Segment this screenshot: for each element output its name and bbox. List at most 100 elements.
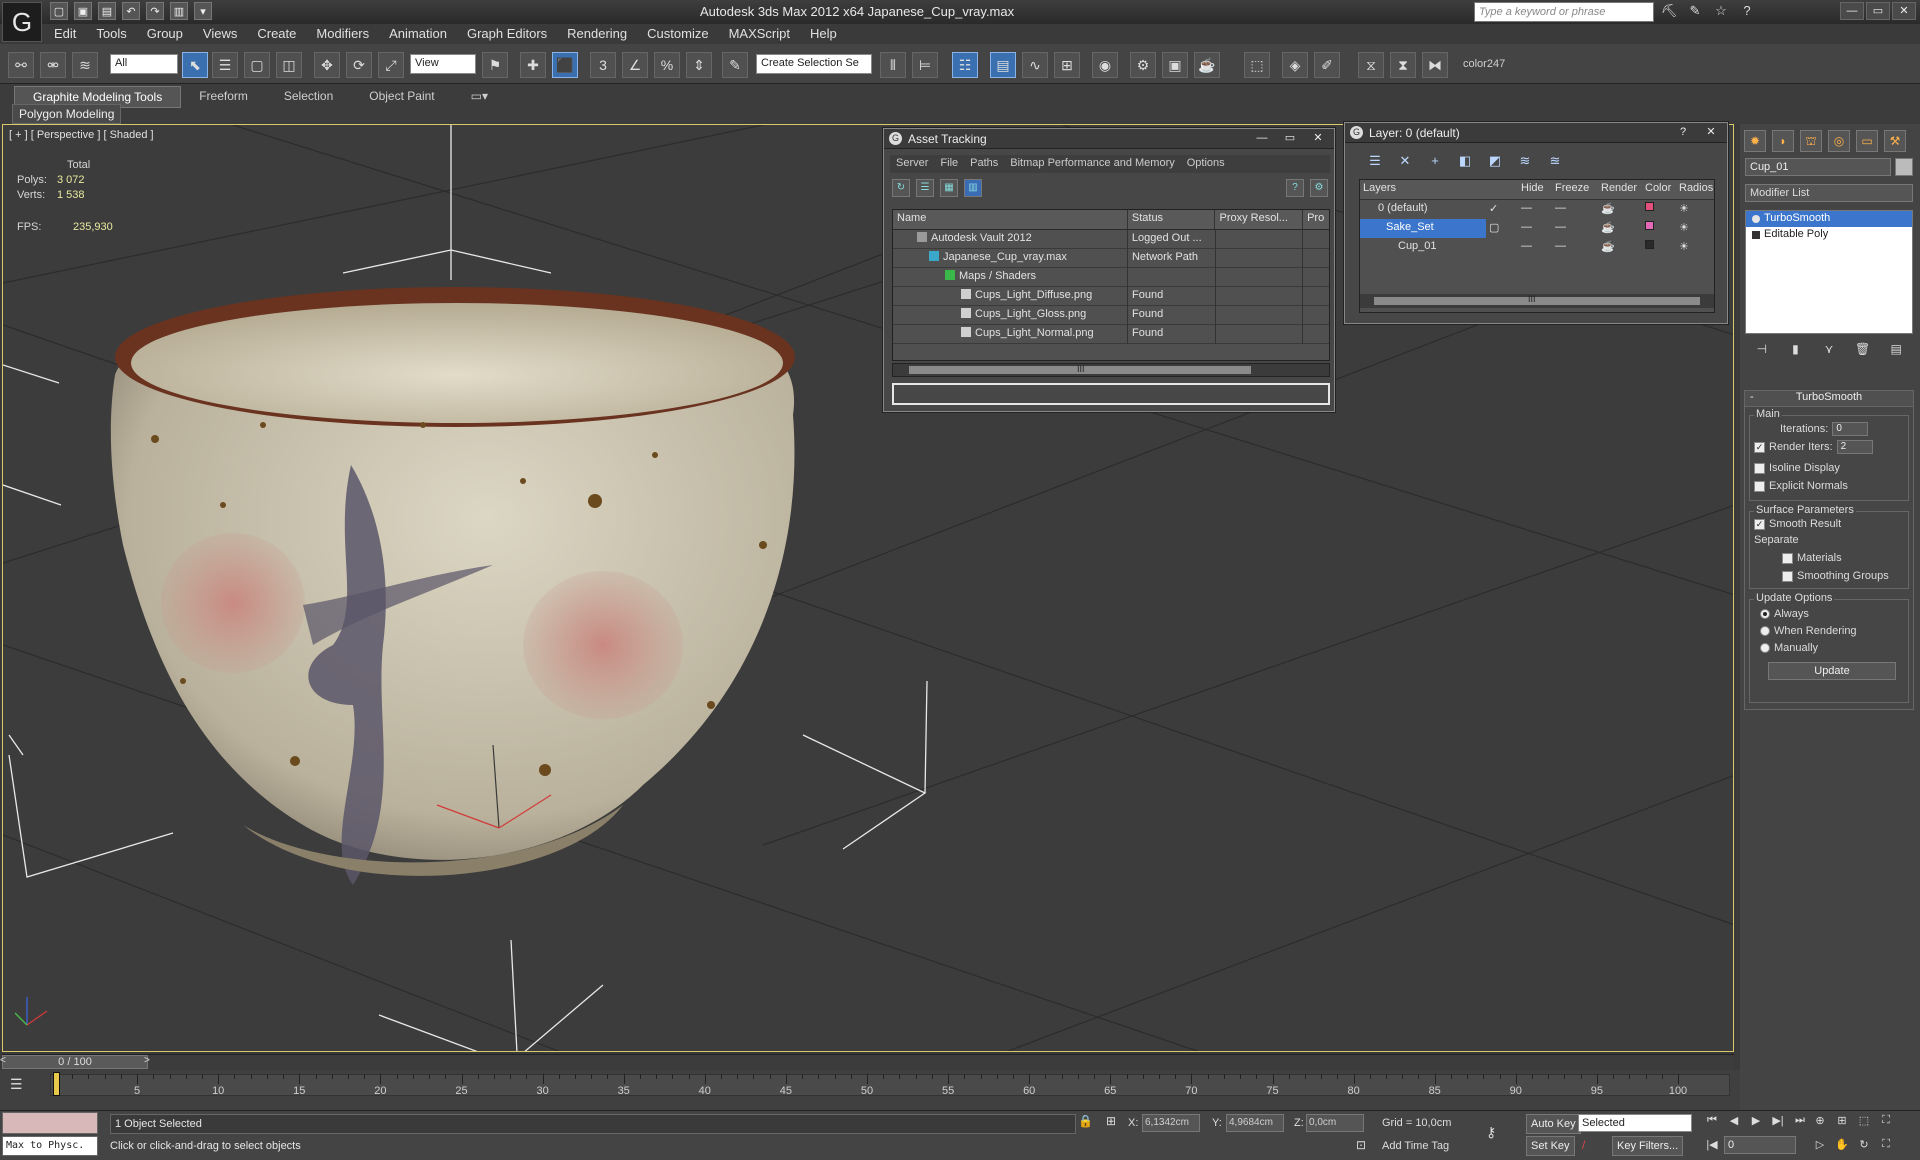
move-icon[interactable]: ✥	[314, 52, 340, 78]
menu-create[interactable]: Create	[247, 24, 306, 44]
menu-tools[interactable]: Tools	[86, 24, 136, 44]
time-slider-track[interactable]	[2, 1054, 1734, 1070]
binoculars-icon[interactable]: ⛏	[1660, 3, 1678, 21]
select-and-link-icon[interactable]: ⚯	[8, 52, 34, 78]
key-mode-toggle-icon[interactable]: |◀	[1702, 1138, 1722, 1156]
maximize-viewport-icon[interactable]: ⛶	[1876, 1138, 1896, 1156]
layer-manager-icon[interactable]: ☷	[952, 52, 978, 78]
angle-snap-icon[interactable]: ∠	[622, 52, 648, 78]
rollout-header[interactable]: - TurboSmooth	[1745, 391, 1913, 407]
motion-panel-tab[interactable]: ◎	[1828, 130, 1850, 152]
vray-toolbar-icon-2[interactable]: ✐	[1314, 52, 1340, 78]
make-unique-icon[interactable]: ⋎	[1820, 342, 1838, 360]
set-key-button[interactable]: Set Key	[1526, 1136, 1575, 1156]
selection-lock-icon[interactable]: 🔒	[1078, 1114, 1094, 1130]
polygon-modeling-panel[interactable]: Polygon Modeling	[12, 104, 122, 124]
table-row[interactable]: Japanese_Cup_vray.max Network Path	[893, 249, 1329, 268]
modifier-list-dropdown[interactable]: Modifier List	[1745, 184, 1913, 202]
table-row[interactable]: Cups_Light_Gloss.png Found	[893, 306, 1329, 325]
pivot-center-icon[interactable]: ⚑	[482, 52, 508, 78]
asset-menu-paths[interactable]: Paths	[964, 155, 1004, 173]
time-next-arrow-icon[interactable]: >	[144, 1055, 158, 1069]
snaps-toggle-icon[interactable]: 3	[590, 52, 616, 78]
ribbon-options-icon[interactable]: ▭▾	[453, 86, 506, 108]
time-slider-thumb[interactable]: 0 / 100	[2, 1055, 148, 1069]
column-freeze[interactable]: Freeze	[1552, 180, 1598, 199]
asset-menu-bitmap-performance[interactable]: Bitmap Performance and Memory	[1004, 155, 1180, 173]
key-filters-button[interactable]: Key Filters...	[1612, 1136, 1684, 1156]
column-color[interactable]: Color	[1642, 180, 1676, 199]
time-tag-icon[interactable]: ⊡	[1356, 1138, 1372, 1154]
favorites-star-icon[interactable]: ☆	[1712, 3, 1730, 21]
column-name[interactable]: Name	[893, 210, 1128, 229]
z-coord-field[interactable]: 0,0cm	[1306, 1114, 1364, 1132]
refresh-icon[interactable]: ↻	[892, 179, 910, 197]
undo-icon[interactable]: ↶	[122, 2, 140, 20]
smooth-result-checkbox[interactable]: ✓	[1754, 518, 1765, 530]
next-frame-icon[interactable]: ▶|	[1768, 1114, 1788, 1132]
table-view-icon[interactable]: ▥	[964, 179, 982, 197]
spinner-snap-icon[interactable]: ⇕	[686, 52, 712, 78]
table-row[interactable]: Autodesk Vault 2012 Logged Out ...	[893, 230, 1329, 249]
delete-layer-icon[interactable]: ✕	[1395, 153, 1415, 171]
render-teapot-icon[interactable]: ☕	[1598, 200, 1642, 219]
maximize-button[interactable]: ▭	[1866, 2, 1890, 20]
render-production-icon[interactable]: ☕	[1194, 52, 1220, 78]
render-iters-checkbox[interactable]: ✓	[1754, 441, 1765, 453]
render-iters-spinner[interactable]: 2	[1836, 440, 1873, 454]
absolute-mode-icon[interactable]: ⊞	[1106, 1114, 1122, 1130]
hide-unhide-all-icon[interactable]: ≋	[1515, 153, 1535, 171]
menu-graph-editors[interactable]: Graph Editors	[457, 24, 557, 44]
select-highlighted-icon[interactable]: ◧	[1455, 153, 1475, 171]
layer-close-button[interactable]: ✕	[1699, 124, 1723, 140]
pan-icon[interactable]: ✋	[1832, 1138, 1852, 1156]
show-end-result-icon[interactable]: ▮	[1786, 342, 1804, 360]
japanese-cup-model[interactable]	[110, 287, 795, 885]
column-radiosity[interactable]: Radios	[1676, 180, 1714, 199]
stack-item-editable-poly[interactable]: Editable Poly	[1746, 227, 1912, 243]
column-hide[interactable]: Hide	[1518, 180, 1552, 199]
edit-named-selection-icon[interactable]: ✎	[722, 52, 748, 78]
viewport-label[interactable]: [ + ] [ Perspective ] [ Shaded ]	[9, 129, 154, 141]
add-time-tag[interactable]: Add Time Tag	[1382, 1140, 1449, 1152]
graphite-toggle-icon[interactable]: ▤	[990, 52, 1016, 78]
table-row[interactable]: Cups_Light_Diffuse.png Found	[893, 287, 1329, 306]
app-logo-button[interactable]: G	[2, 2, 42, 42]
object-color-swatch[interactable]	[1895, 158, 1913, 176]
freeze-toggle[interactable]: —	[1552, 219, 1598, 238]
stack-item-turbosmooth[interactable]: TurboSmooth	[1746, 211, 1912, 227]
y-coord-field[interactable]: 4,9684cm	[1226, 1114, 1284, 1132]
close-button[interactable]: ✕	[1892, 2, 1916, 20]
asset-maximize-button[interactable]: ▭	[1278, 130, 1302, 146]
layer-help-button[interactable]: ?	[1671, 124, 1695, 140]
go-to-end-icon[interactable]: ⏭	[1790, 1114, 1810, 1132]
materials-checkbox[interactable]	[1782, 552, 1793, 564]
quick-access-dropdown-icon[interactable]: ▾	[194, 2, 212, 20]
maxscript-listener-mini[interactable]	[2, 1112, 98, 1134]
project-folder-icon[interactable]: ▥	[170, 2, 188, 20]
help-icon[interactable]: ?	[1738, 3, 1756, 21]
time-prev-arrow-icon[interactable]: <	[0, 1055, 14, 1069]
vault-settings-icon[interactable]: ⚙	[1310, 179, 1328, 197]
column-proxy-resolution[interactable]: Proxy Resol...	[1215, 210, 1304, 229]
render-teapot-icon[interactable]: ☕	[1598, 219, 1642, 238]
hierarchy-panel-tab[interactable]: ⛫	[1800, 130, 1822, 152]
layer-manager-titlebar[interactable]: G Layer: 0 (default) ? ✕	[1345, 123, 1727, 143]
expand-icon[interactable]	[1752, 231, 1760, 239]
tab-selection[interactable]: Selection	[266, 86, 351, 108]
key-mode-icon[interactable]: /	[1582, 1138, 1598, 1154]
when-rendering-radio[interactable]	[1760, 626, 1770, 636]
current-frame-field[interactable]: 0	[1724, 1136, 1796, 1154]
unlink-icon[interactable]: ⚮	[40, 52, 66, 78]
open-file-icon[interactable]: ▣	[74, 2, 92, 20]
x-coord-field[interactable]: 6,1342cm	[1142, 1114, 1200, 1132]
layer-scroll-thumb[interactable]	[1374, 297, 1700, 305]
hide-toggle[interactable]: —	[1518, 238, 1552, 257]
asset-close-button[interactable]: ✕	[1306, 130, 1330, 146]
rotate-icon[interactable]: ⟳	[346, 52, 372, 78]
radiosity-sun-icon[interactable]: ☀	[1676, 238, 1714, 257]
pin-stack-icon[interactable]: ⊣	[1753, 342, 1771, 360]
render-teapot-icon[interactable]: ☕	[1598, 238, 1642, 257]
display-panel-tab[interactable]: ▭	[1856, 130, 1878, 152]
modify-panel-tab[interactable]: ◗	[1772, 130, 1794, 152]
